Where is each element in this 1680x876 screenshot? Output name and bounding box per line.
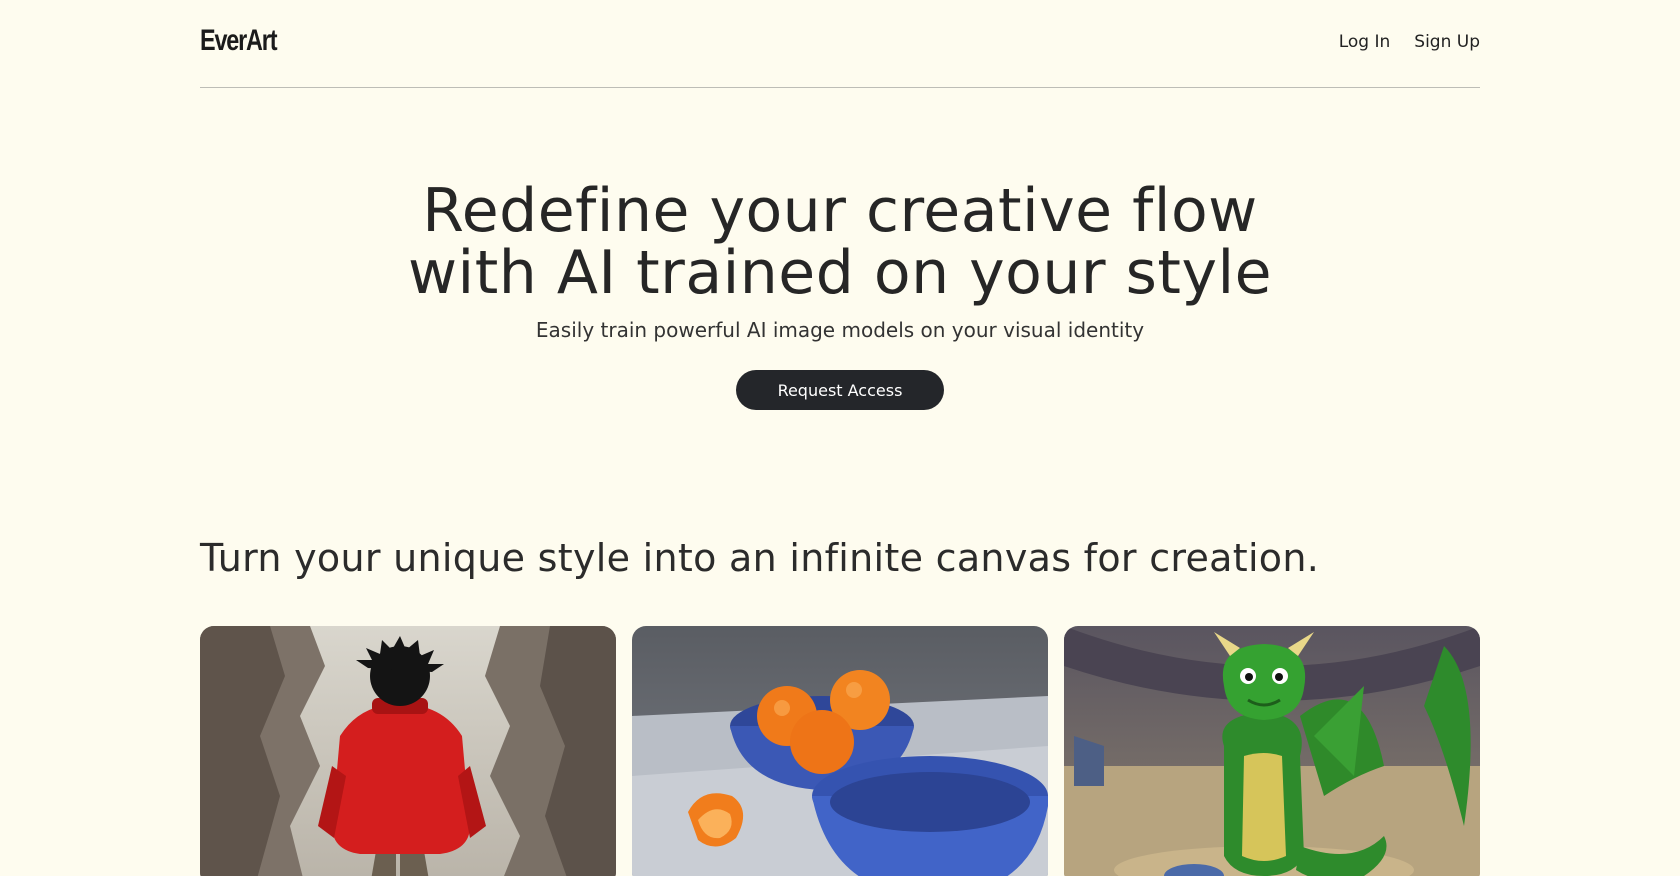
signup-link[interactable]: Sign Up <box>1414 32 1480 52</box>
gallery-card-oranges-bowl[interactable] <box>632 626 1048 876</box>
site-header: EverArt Log In Sign Up <box>200 0 1480 88</box>
top-nav: Log In Sign Up <box>1339 32 1480 52</box>
hero-title-line-2: with AI trained on your style <box>407 238 1273 308</box>
gallery-card-green-dragon[interactable] <box>1064 626 1480 876</box>
landing-page: EverArt Log In Sign Up Redefine your cre… <box>0 0 1680 876</box>
green-dragon-image <box>1064 626 1480 876</box>
login-link[interactable]: Log In <box>1339 32 1391 52</box>
hero-title-line-1: Redefine your creative flow <box>422 176 1258 246</box>
hero-title: Redefine your creative flow with AI trai… <box>0 180 1680 304</box>
brand-logo[interactable]: EverArt <box>200 26 278 56</box>
gallery-card-boy-red-jacket[interactable] <box>200 626 616 876</box>
section-title: Turn your unique style into an infinite … <box>200 536 1320 580</box>
boy-red-jacket-image <box>200 626 616 876</box>
oranges-bowl-image <box>632 626 1048 876</box>
hero-subtitle: Easily train powerful AI image models on… <box>535 318 1145 342</box>
request-access-button[interactable]: Request Access <box>736 370 944 410</box>
